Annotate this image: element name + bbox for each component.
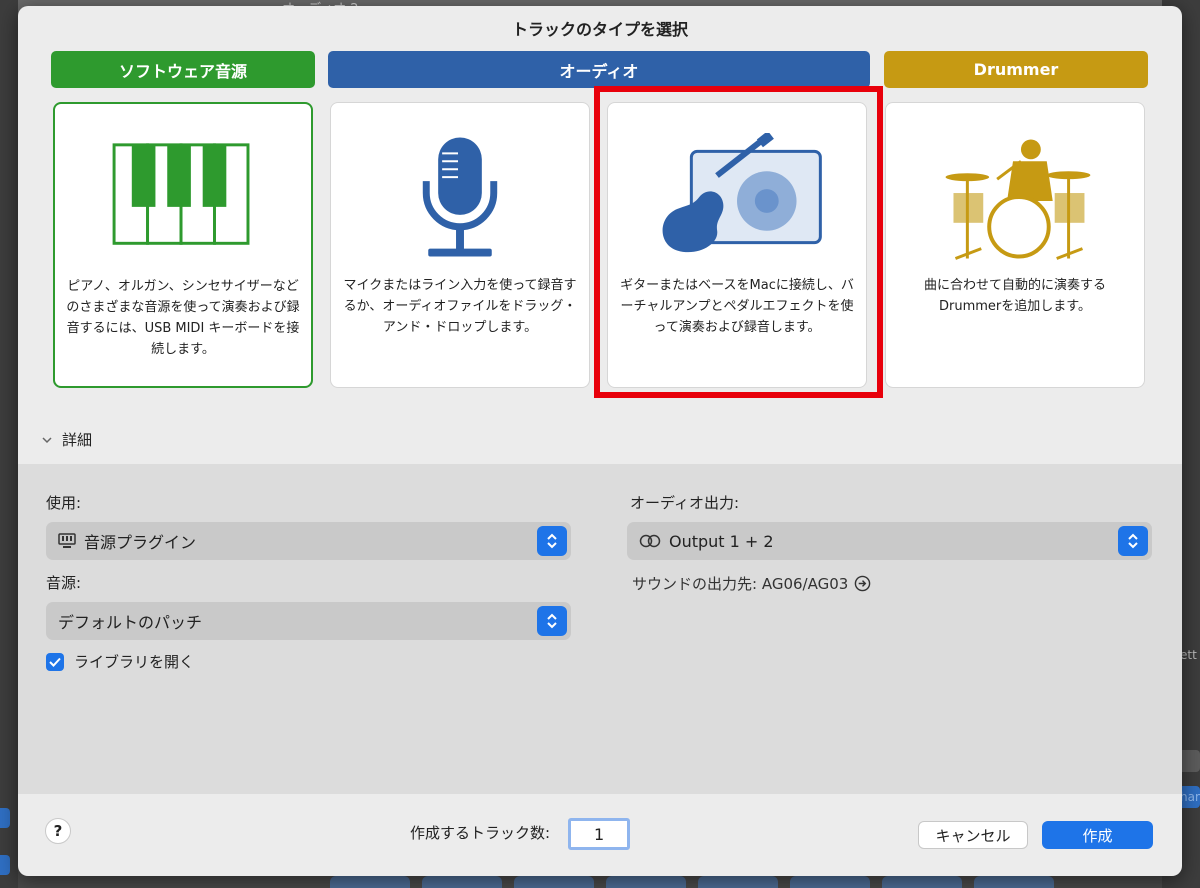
help-button[interactable]: ? — [45, 818, 71, 844]
background-left-strip — [0, 0, 18, 888]
background-region — [330, 876, 410, 888]
piano-keyboard-icon — [112, 143, 250, 245]
plugin-icon — [58, 533, 76, 549]
use-value: 音源プラグイン — [84, 533, 197, 552]
sound-output-text: サウンドの出力先: AG06/AG03 — [632, 575, 849, 593]
microphone-description: マイクまたはライン入力を使って録音するか、オーディオファイルをドラッグ・アンド・… — [343, 278, 577, 335]
background-region — [882, 876, 962, 888]
software-instrument-description: ピアノ、オルガン、シンセサイザーなどのさまざまな音源を使って演奏および録音するに… — [66, 279, 300, 357]
dialog-title: トラックのタイプを選択 — [511, 20, 688, 39]
details-label: 詳細 — [62, 431, 93, 449]
open-library-label: ライブラリを開く — [74, 653, 195, 671]
category-software-instrument-header: ソフトウェア音源 — [51, 51, 315, 88]
stereo-output-icon — [639, 534, 661, 548]
create-button[interactable]: 作成 — [1042, 821, 1153, 849]
background-region — [514, 876, 594, 888]
sound-output-destination: サウンドの出力先: AG06/AG03 — [632, 573, 871, 594]
audio-output-label: オーディオ出力: — [630, 494, 740, 512]
audio-output-value: Output 1 + 2 — [669, 531, 774, 551]
track-count-input[interactable] — [568, 818, 630, 850]
open-library-checkbox[interactable]: ライブラリを開く — [46, 651, 194, 672]
instrument-label: 音源: — [46, 574, 82, 592]
background-label: ett — [1180, 648, 1197, 662]
background-region — [790, 876, 870, 888]
use-label: 使用: — [46, 494, 82, 512]
guitar-bass-description: ギターまたはベースをMacに接続し、バーチャルアンプとペダルエフェクトを使って演… — [620, 278, 854, 335]
category-drummer-header: Drummer — [884, 51, 1148, 88]
track-type-software-instrument-card[interactable]: ピアノ、オルガン、シンセサイザーなどのさまざまな音源を使って演奏および録音するに… — [53, 102, 313, 388]
track-count-label: 作成するトラック数: — [410, 824, 551, 842]
category-audio-header: オーディオ — [328, 51, 870, 88]
updown-arrows-icon — [537, 606, 567, 636]
instrument-value: デフォルトのパッチ — [58, 613, 203, 632]
background-region — [606, 876, 686, 888]
updown-arrows-icon — [537, 526, 567, 556]
checkmark-icon[interactable] — [46, 652, 64, 671]
track-type-microphone-card[interactable]: マイクまたはライン入力を使って録音するか、オーディオファイルをドラッグ・アンド・… — [330, 102, 590, 388]
arrow-right-circle-icon[interactable] — [854, 575, 871, 592]
background-region — [974, 876, 1054, 888]
new-track-dialog: トラックのタイプを選択 ソフトウェア音源 オーディオ Drummer ピアノ、オ… — [18, 6, 1182, 876]
microphone-icon — [422, 137, 498, 257]
background-region — [422, 876, 502, 888]
instrument-popup[interactable]: デフォルトのパッチ — [46, 602, 571, 640]
track-type-drummer-card[interactable]: 曲に合わせて自動的に演奏するDrummerを追加します。 — [885, 102, 1145, 388]
background-label: han — [1180, 790, 1200, 804]
use-popup[interactable]: 音源プラグイン — [46, 522, 571, 560]
updown-arrows-icon — [1118, 526, 1148, 556]
audio-output-popup[interactable]: Output 1 + 2 — [627, 522, 1152, 560]
guitar-amp-icon — [662, 133, 822, 253]
drummer-icon — [945, 139, 1091, 260]
background-region — [0, 855, 10, 875]
drummer-description: 曲に合わせて自動的に演奏するDrummerを追加します。 — [923, 278, 1106, 314]
chevron-down-icon — [42, 436, 52, 443]
background-region — [0, 808, 10, 828]
track-type-guitar-bass-card[interactable]: ギターまたはベースをMacに接続し、バーチャルアンプとペダルエフェクトを使って演… — [607, 102, 867, 388]
background-regions-row — [330, 876, 1054, 888]
background-region — [698, 876, 778, 888]
cancel-button[interactable]: キャンセル — [918, 821, 1028, 849]
details-disclosure[interactable]: 詳細 — [42, 429, 92, 450]
